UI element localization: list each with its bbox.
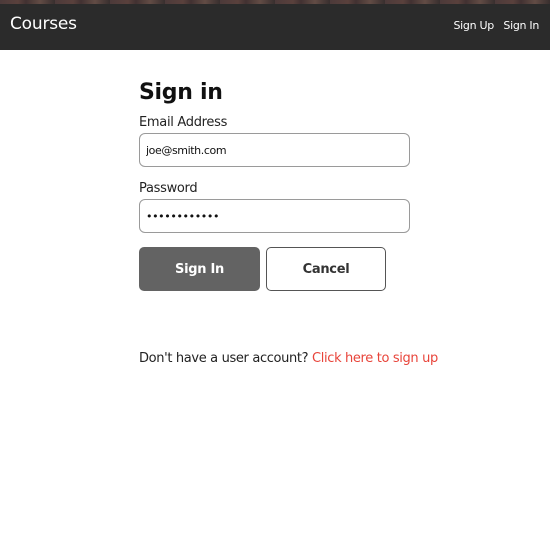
nav-sign-up-link[interactable]: Sign Up (453, 19, 494, 32)
email-label: Email Address (139, 115, 228, 130)
header-nav: Sign Up Sign In (447, 19, 539, 32)
email-field[interactable] (139, 133, 410, 167)
page-title: Sign in (139, 80, 223, 105)
top-header: Courses Sign Up Sign In (0, 0, 550, 50)
cancel-button[interactable]: Cancel (266, 247, 386, 291)
sign-in-button[interactable]: Sign In (139, 247, 260, 291)
sign-in-form: Sign in Email Address Password Sign In C… (139, 80, 410, 291)
brand-title[interactable]: Courses (10, 14, 77, 34)
password-label: Password (139, 181, 198, 196)
form-actions: Sign In Cancel (139, 247, 410, 291)
nav-sign-in-link[interactable]: Sign In (503, 19, 539, 32)
sign-up-prompt-text: Don't have a user account? (139, 351, 309, 366)
password-field[interactable] (139, 199, 410, 233)
sign-up-prompt: Don't have a user account? Click here to… (139, 351, 438, 366)
header-banner-strip (0, 0, 550, 4)
sign-up-link[interactable]: Click here to sign up (312, 351, 438, 366)
